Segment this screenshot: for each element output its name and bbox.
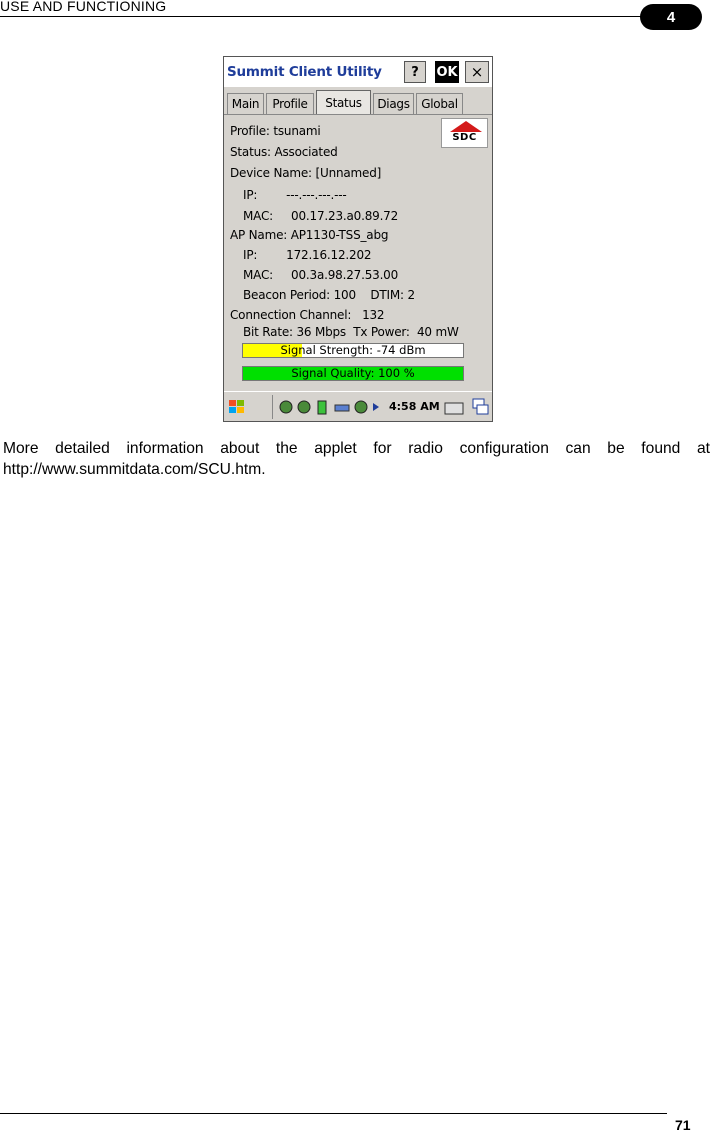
channel-row: Connection Channel: 132 [230,308,385,322]
status-row: Status: Associated [230,145,338,159]
device-name-row: Device Name: [Unnamed] [230,166,382,180]
bitrate-row: Bit Rate: 36 Mbps Tx Power: 40 mW [243,325,459,339]
sdc-logo-text: SDC [452,132,477,143]
help-button[interactable]: ? [404,61,426,83]
ap-mac-row: MAC: 00.3a.98.27.53.00 [243,268,399,282]
arrow-right-icon[interactable] [372,402,380,412]
status-panel: SDC Profile: tsunami Status: Associated … [224,115,492,389]
beacon-row: Beacon Period: 100 DTIM: 2 [243,288,415,302]
profile-row: Profile: tsunami [230,124,321,138]
footer-rule [0,1113,667,1114]
windows-switch-icon[interactable] [472,398,490,416]
tab-profile[interactable]: Profile [266,93,314,114]
chapter-badge: 4 [640,4,702,30]
ap-ip-row: IP: 172.16.12.202 [243,248,372,262]
keyboard-icon[interactable] [444,398,464,416]
connection-icon[interactable] [334,400,350,414]
section-title: USE AND FUNCTIONING [0,0,167,14]
app-title: Summit Client Utility [227,64,382,80]
tab-global[interactable]: Global [416,93,463,114]
tab-main[interactable]: Main [227,93,264,114]
signal-quality-label: Signal Quality: 100 % [291,366,415,380]
sdc-logo-mark [450,121,482,132]
battery-icon[interactable] [317,399,327,415]
summit-client-utility-screenshot: Summit Client Utility ? OK × Main Profil… [223,56,493,422]
sdc-logo: SDC [441,118,488,148]
network-icon-3[interactable] [354,400,368,414]
signal-quality-meter: Signal Quality: 100 % [242,366,464,381]
close-button[interactable]: × [465,61,489,83]
body-paragraph: More detailed information about the appl… [3,440,710,478]
taskbar: 4:58 AM [224,391,492,421]
header-rule [0,16,652,17]
signal-strength-meter: Signal Strength: -74 dBm [242,343,464,358]
windows-start-icon[interactable] [228,399,246,415]
title-bar: Summit Client Utility ? OK × [224,57,492,87]
taskbar-divider [272,395,273,419]
tab-strip: Main Profile Status Diags Global [224,90,492,115]
tab-status[interactable]: Status [316,90,371,115]
ap-name-row: AP Name: AP1130-TSS_abg [230,228,389,242]
network-icon[interactable] [279,400,293,414]
clock[interactable]: 4:58 AM [389,400,440,413]
signal-strength-label: Signal Strength: -74 dBm [280,343,426,357]
device-ip-row: IP: ---.---.---.--- [243,188,347,202]
ok-button[interactable]: OK [435,61,459,83]
device-mac-row: MAC: 00.17.23.a0.89.72 [243,209,399,223]
network-icon-2[interactable] [297,400,311,414]
tab-diags[interactable]: Diags [373,93,414,114]
